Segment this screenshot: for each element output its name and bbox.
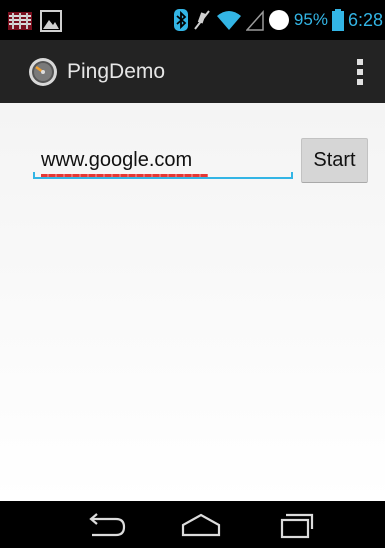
app-title: PingDemo bbox=[67, 60, 166, 83]
status-bar-indicators: 95% 6:28 bbox=[173, 8, 383, 32]
sync-circle-icon bbox=[268, 10, 289, 30]
overflow-dot bbox=[357, 79, 363, 85]
host-input-value[interactable]: www.google.com bbox=[41, 147, 192, 173]
home-icon[interactable] bbox=[177, 509, 225, 541]
navigation-bar bbox=[0, 501, 385, 548]
input-right-edge bbox=[291, 172, 293, 179]
clock: 6:28 bbox=[347, 10, 383, 30]
wifi-icon bbox=[216, 11, 241, 30]
device-screen: 95% 6:28 PingDemo www.google.com Start bbox=[0, 0, 385, 548]
input-underline bbox=[33, 177, 293, 179]
notification-app-icon bbox=[8, 12, 32, 30]
battery-percentage: 95% bbox=[293, 10, 328, 29]
mute-icon bbox=[194, 10, 210, 30]
back-icon[interactable] bbox=[82, 509, 130, 541]
start-button[interactable]: Start bbox=[301, 138, 368, 183]
bluetooth-icon bbox=[173, 9, 188, 31]
signal-icon bbox=[245, 10, 264, 31]
action-bar: PingDemo bbox=[0, 40, 385, 103]
host-input[interactable]: www.google.com bbox=[33, 145, 293, 179]
overflow-dot bbox=[357, 59, 363, 65]
image-notification-icon bbox=[40, 10, 62, 32]
recent-apps-icon[interactable] bbox=[274, 509, 322, 541]
status-bar-notifications bbox=[8, 10, 62, 32]
input-left-edge bbox=[33, 172, 35, 179]
battery-icon bbox=[331, 9, 344, 31]
main-content: www.google.com Start bbox=[0, 103, 385, 501]
status-bar: 95% 6:28 bbox=[0, 0, 385, 40]
overflow-dot bbox=[357, 69, 363, 75]
overflow-menu-button[interactable] bbox=[347, 54, 373, 90]
gauge-icon[interactable] bbox=[28, 57, 58, 87]
